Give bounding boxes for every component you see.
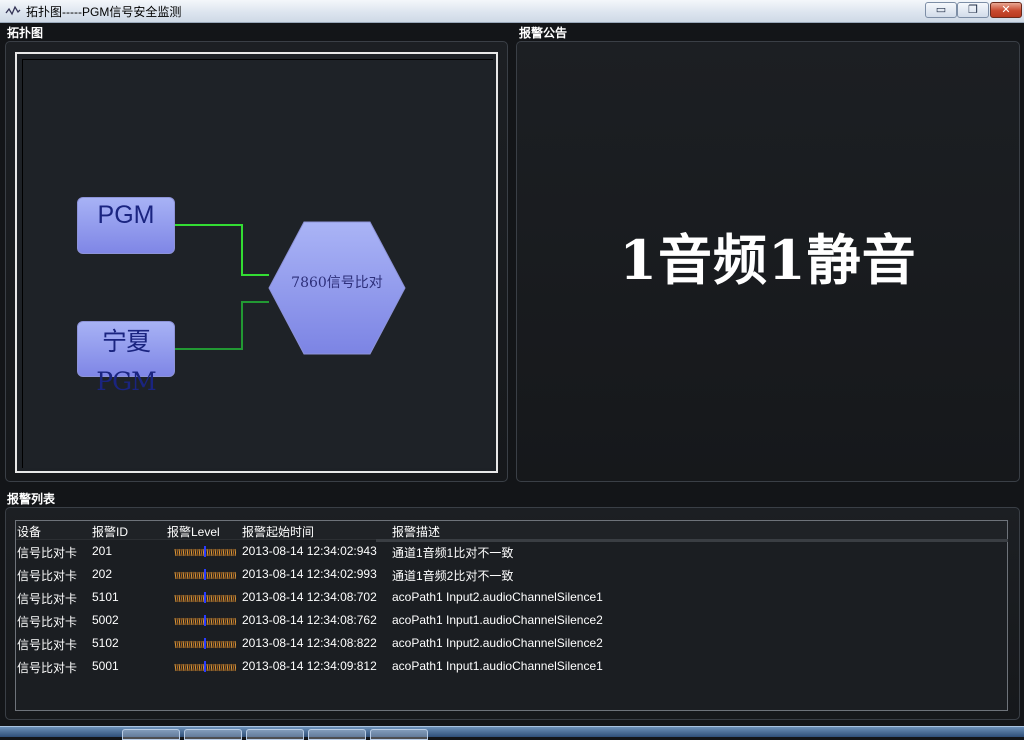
cell-start-time: 2013-08-14 12:34:02:943 (242, 544, 377, 558)
table-row[interactable]: 信号比对卡 5002 2013-08-14 12:34:08:762 acoPath1… (16, 611, 1007, 634)
alarm-level-meter-icon (174, 615, 236, 626)
link-pgm-to-comparator[interactable] (175, 224, 269, 276)
cell-alarm-id: 202 (92, 567, 113, 581)
alarm-level-meter-icon (174, 638, 236, 649)
comparator-node-label: 7860信号比对 (291, 275, 383, 291)
cell-description: acoPath1 Input1.audioChannelSilence1 (392, 659, 603, 673)
table-row[interactable]: 信号比对卡 5101 2013-08-14 12:34:08:702 acoPath1… (16, 588, 1007, 611)
taskbar (0, 726, 1024, 740)
cell-device: 信号比对卡 (17, 638, 78, 652)
app-icon (5, 5, 21, 16)
window-title-bar[interactable]: 拓扑图-----PGM信号安全监测 ▭ ❐ ✕ (0, 0, 1024, 23)
cell-device: 信号比对卡 (17, 615, 78, 629)
taskbar-item[interactable] (184, 729, 242, 740)
restore-button[interactable]: ❐ (957, 2, 989, 18)
alarm-notice-panel: 1音频1静音 (516, 41, 1020, 482)
alarm-table-header: 设备 报警ID 报警Level 报警起始时间 报警描述 (16, 521, 1007, 540)
cell-description: 通道1音频1比对不一致 (392, 546, 514, 560)
cell-start-time: 2013-08-14 12:34:09:812 (242, 659, 377, 673)
pgm-node[interactable]: PGM (77, 197, 175, 254)
cell-start-time: 2013-08-14 12:34:08:762 (242, 613, 377, 627)
column-alarm-level[interactable]: 报警Level (167, 523, 220, 540)
taskbar-item[interactable] (246, 729, 304, 740)
cell-description: acoPath1 Input2.audioChannelSilence1 (392, 590, 603, 604)
cell-description: acoPath1 Input1.audioChannelSilence2 (392, 613, 603, 627)
cell-start-time: 2013-08-14 12:34:08:822 (242, 636, 377, 650)
table-row[interactable]: 信号比对卡 201 2013-08-14 12:34:02:943 通道1音频1比对不… (16, 542, 1007, 565)
alarm-level-meter-icon (174, 661, 236, 672)
topology-canvas: PGM 宁夏PGM 7860信号比对 (15, 52, 498, 473)
minimize-button[interactable]: ▭ (925, 2, 957, 18)
close-button[interactable]: ✕ (990, 2, 1022, 18)
alarm-level-meter-icon (174, 592, 236, 603)
alarm-notice-label: 报警公告 (519, 26, 568, 40)
topology-label: 拓扑图 (7, 26, 44, 40)
column-alarm-id[interactable]: 报警ID (92, 523, 128, 540)
column-device[interactable]: 设备 (17, 523, 41, 540)
table-row[interactable]: 信号比对卡 202 2013-08-14 12:34:02:993 通道1音频2比对不… (16, 565, 1007, 588)
cell-start-time: 2013-08-14 12:34:08:702 (242, 590, 377, 604)
table-row[interactable]: 信号比对卡 5001 2013-08-14 12:34:09:812 acoPath1… (16, 657, 1007, 680)
topology-panel: PGM 宁夏PGM 7860信号比对 (5, 41, 508, 482)
cell-device: 信号比对卡 (17, 546, 78, 560)
cell-device: 信号比对卡 (17, 592, 78, 606)
alarm-notice-message: 1音频1静音 (619, 228, 917, 292)
topology-inner: PGM 宁夏PGM 7860信号比对 (22, 59, 493, 468)
cell-alarm-id: 201 (92, 544, 113, 558)
cell-alarm-id: 5002 (92, 613, 119, 627)
alarm-level-meter-icon (174, 546, 236, 557)
column-description[interactable]: 报警描述 (392, 523, 440, 540)
table-row[interactable]: 信号比对卡 5102 2013-08-14 12:34:08:822 acoPath1… (16, 634, 1007, 657)
topology-links (175, 221, 406, 355)
window-title: 拓扑图-----PGM信号安全监测 (26, 5, 182, 19)
alarm-level-meter-icon (174, 569, 236, 580)
cell-device: 信号比对卡 (17, 661, 78, 675)
cell-description: acoPath1 Input2.audioChannelSilence2 (392, 636, 603, 650)
alarm-table[interactable]: 设备 报警ID 报警Level 报警起始时间 报警描述 信号比对卡 201 2013… (15, 520, 1008, 711)
cell-alarm-id: 5101 (92, 590, 119, 604)
cell-alarm-id: 5102 (92, 636, 119, 650)
column-start-time[interactable]: 报警起始时间 (242, 523, 314, 540)
link-ningxia-to-comparator[interactable] (175, 301, 269, 350)
taskbar-item[interactable] (122, 729, 180, 740)
ningxia-pgm-node[interactable]: 宁夏PGM (77, 321, 175, 396)
taskbar-item[interactable] (308, 729, 366, 740)
cell-start-time: 2013-08-14 12:34:02:993 (242, 567, 377, 581)
alarm-list-label: 报警列表 (7, 492, 56, 506)
taskbar-item[interactable] (370, 729, 428, 740)
cell-alarm-id: 5001 (92, 659, 119, 673)
cell-description: 通道1音频2比对不一致 (392, 569, 514, 583)
cell-device: 信号比对卡 (17, 569, 78, 583)
